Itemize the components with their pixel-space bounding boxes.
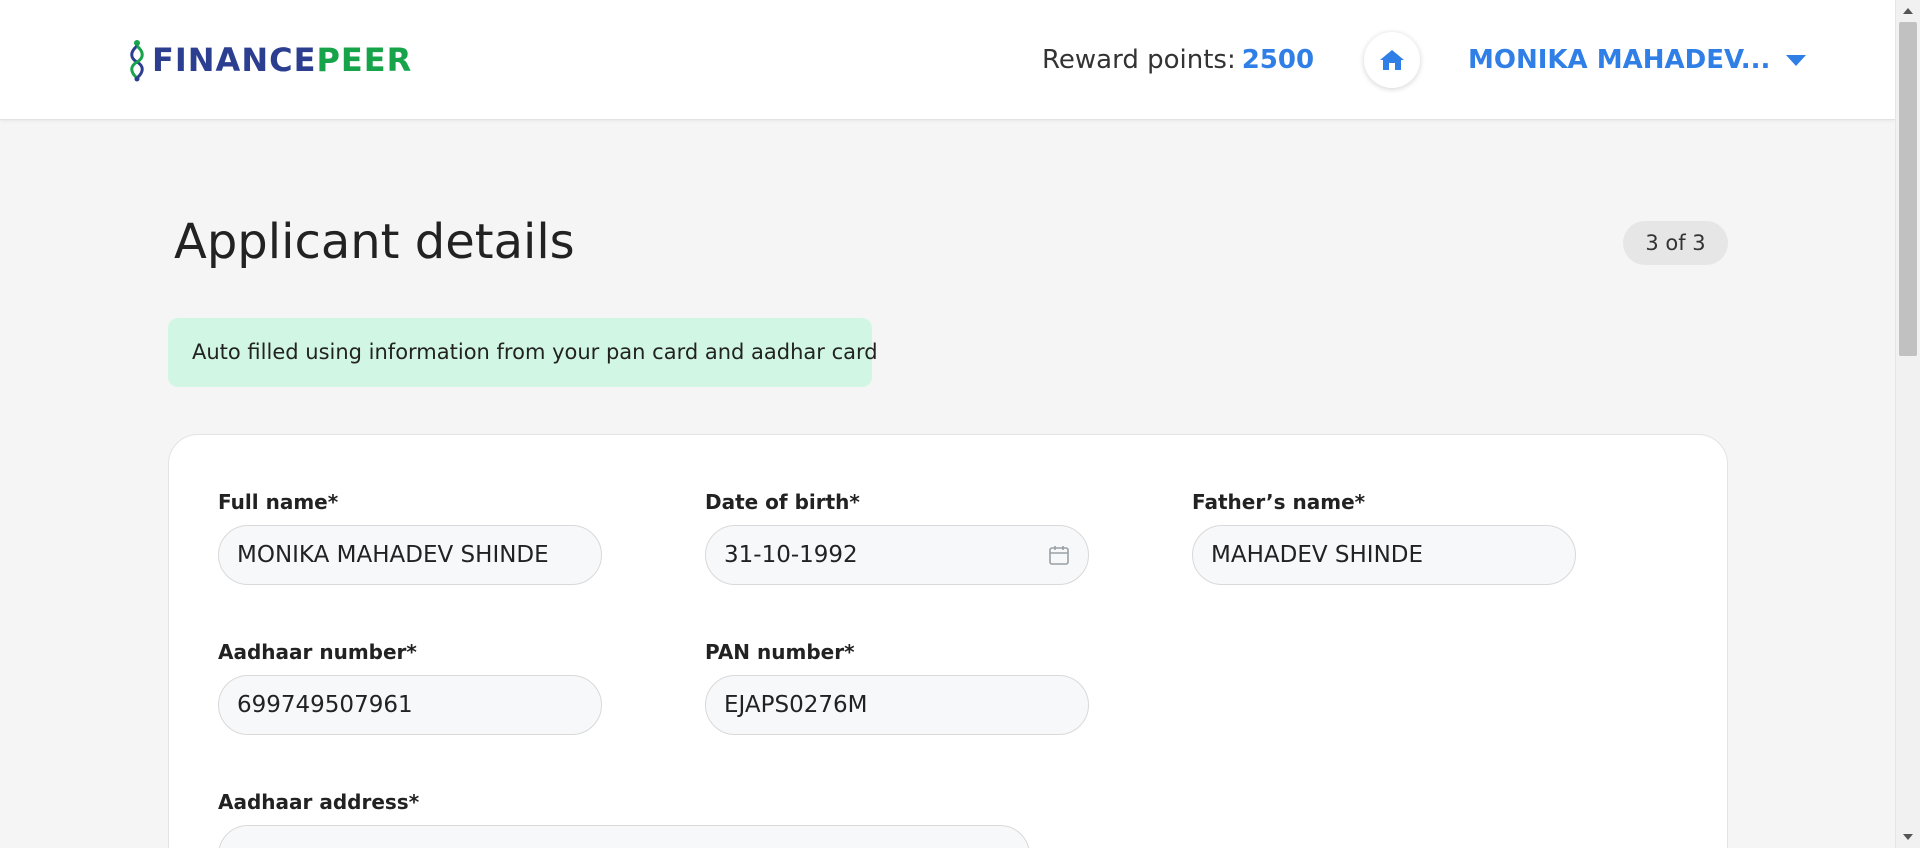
home-button[interactable] xyxy=(1364,32,1420,88)
aadhaar-number-input[interactable] xyxy=(218,675,602,735)
chevron-down-icon xyxy=(1786,54,1807,66)
pan-number-input[interactable] xyxy=(705,675,1089,735)
dob-label: Date of birth* xyxy=(705,490,860,514)
applicant-form-card: Full name* Date of birth* Father’s name*… xyxy=(168,434,1728,848)
reward-points: Reward points: 2500 xyxy=(1042,40,1314,80)
dob-input[interactable] xyxy=(705,525,1089,585)
father-name-label: Father’s name* xyxy=(1192,490,1366,514)
page-scrollbar[interactable] xyxy=(1895,0,1920,848)
reward-value: 2500 xyxy=(1241,45,1315,75)
user-name: MONIKA MAHADEV... xyxy=(1468,45,1771,75)
autofill-info-banner: Auto filled using information from your … xyxy=(168,318,878,387)
father-name-input[interactable] xyxy=(1192,525,1576,585)
logo-mark-icon xyxy=(130,40,144,82)
full-name-label: Full name* xyxy=(218,490,339,514)
financepeer-logo[interactable]: FINANCEPEER xyxy=(128,38,412,82)
aadhaar-number-label: Aadhaar number* xyxy=(218,640,417,664)
scroll-down-arrow-icon[interactable] xyxy=(1903,834,1913,840)
aadhaar-address-input[interactable] xyxy=(218,825,1030,848)
scroll-up-arrow-icon[interactable] xyxy=(1903,8,1913,14)
dob-field[interactable] xyxy=(705,525,1089,585)
calendar-icon[interactable] xyxy=(1047,543,1071,567)
logo-text-peer: PEER xyxy=(316,41,413,79)
reward-label: Reward points: xyxy=(1042,45,1236,75)
logo-text: FINANCEPEER xyxy=(152,38,412,82)
top-header: FINANCEPEER Reward points: 2500 MONIKA M… xyxy=(0,0,1895,120)
step-indicator-badge: 3 of 3 xyxy=(1623,221,1728,265)
user-menu-button[interactable]: MONIKA MAHADEV... xyxy=(1468,38,1807,82)
pan-number-label: PAN number* xyxy=(705,640,855,664)
logo-text-finance: FINANCE xyxy=(152,41,317,79)
aadhaar-address-label: Aadhaar address* xyxy=(218,790,420,814)
page-title: Applicant details xyxy=(174,214,575,270)
full-name-input[interactable] xyxy=(218,525,602,585)
home-icon xyxy=(1380,50,1404,70)
scrollbar-thumb[interactable] xyxy=(1899,22,1917,356)
